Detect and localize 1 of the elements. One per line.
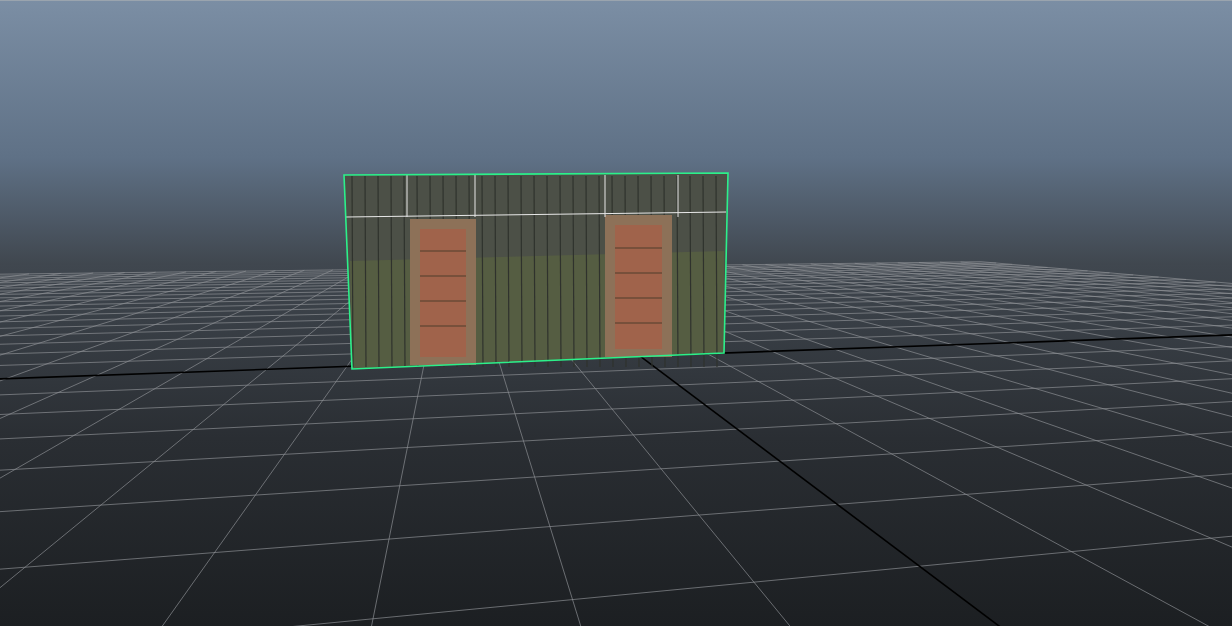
wall-drawing[interactable] [343, 172, 729, 370]
